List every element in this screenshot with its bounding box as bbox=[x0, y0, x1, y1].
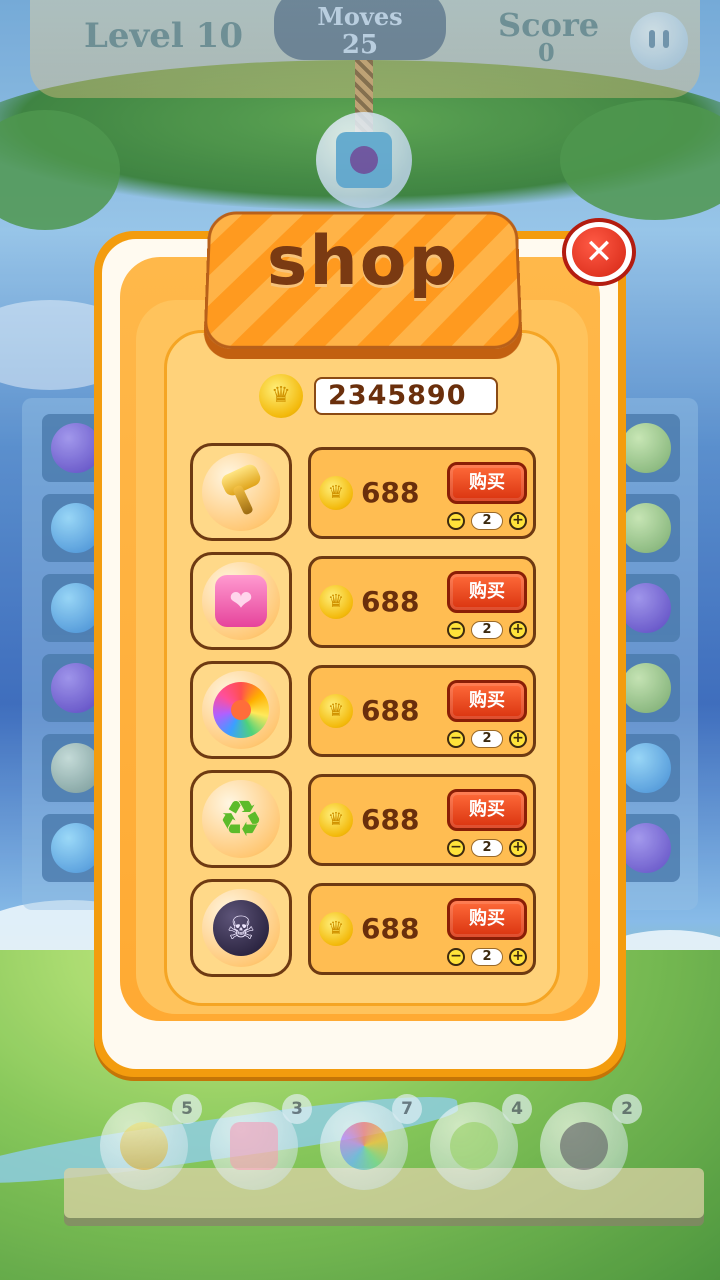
quantity-value: 2 bbox=[471, 839, 503, 857]
minus-icon[interactable]: − bbox=[447, 512, 465, 530]
skull-icon bbox=[213, 900, 269, 956]
plus-icon[interactable]: + bbox=[509, 948, 527, 966]
price-panel: 688 购买 − 2 + bbox=[308, 774, 536, 866]
plus-icon[interactable]: + bbox=[509, 621, 527, 639]
item-price: 688 bbox=[361, 476, 420, 509]
shop-item-hammer[interactable] bbox=[190, 443, 292, 541]
minus-icon[interactable]: − bbox=[447, 621, 465, 639]
price-panel: 688 购买 − 2 + bbox=[308, 556, 536, 648]
price-panel: 688 购买 − 2 + bbox=[308, 665, 536, 757]
plus-icon[interactable]: + bbox=[509, 839, 527, 857]
shop-item-heart[interactable] bbox=[190, 552, 292, 650]
buy-button[interactable]: 购买 bbox=[447, 898, 527, 940]
quantity-stepper: − 2 + bbox=[447, 839, 527, 857]
shop-item-shuffle[interactable]: ♻ bbox=[190, 770, 292, 868]
crown-coin-icon bbox=[319, 912, 353, 946]
crown-coin-icon bbox=[259, 374, 303, 418]
shop-item-skull-bomb[interactable] bbox=[190, 879, 292, 977]
quantity-stepper: − 2 + bbox=[447, 730, 527, 748]
plus-icon[interactable]: + bbox=[509, 512, 527, 530]
item-bubble bbox=[202, 671, 280, 749]
shop-item-candy[interactable] bbox=[190, 661, 292, 759]
close-icon: ✕ bbox=[572, 227, 626, 277]
item-price: 688 bbox=[361, 803, 420, 836]
minus-icon[interactable]: − bbox=[447, 839, 465, 857]
minus-icon[interactable]: − bbox=[447, 948, 465, 966]
shop-title: shop bbox=[266, 222, 460, 301]
buy-button[interactable]: 购买 bbox=[447, 680, 527, 722]
price-panel: 688 购买 − 2 + bbox=[308, 447, 536, 539]
buy-button[interactable]: 购买 bbox=[447, 789, 527, 831]
close-button[interactable]: ✕ bbox=[562, 218, 636, 286]
quantity-value: 2 bbox=[471, 948, 503, 966]
coin-balance: 2345890 bbox=[314, 377, 498, 415]
item-bubble bbox=[202, 889, 280, 967]
item-bubble bbox=[202, 453, 280, 531]
hammer-icon bbox=[219, 462, 263, 516]
quantity-value: 2 bbox=[471, 621, 503, 639]
item-bubble bbox=[202, 562, 280, 640]
quantity-value: 2 bbox=[471, 730, 503, 748]
crown-coin-icon bbox=[319, 694, 353, 728]
crown-coin-icon bbox=[319, 585, 353, 619]
recycle-icon: ♻ bbox=[218, 790, 264, 848]
item-price: 688 bbox=[361, 694, 420, 727]
quantity-stepper: − 2 + bbox=[447, 948, 527, 966]
crown-coin-icon bbox=[319, 803, 353, 837]
hammer-handle bbox=[232, 484, 254, 516]
item-price: 688 bbox=[361, 585, 420, 618]
quantity-stepper: − 2 + bbox=[447, 621, 527, 639]
item-bubble: ♻ bbox=[202, 780, 280, 858]
quantity-stepper: − 2 + bbox=[447, 512, 527, 530]
heart-icon bbox=[215, 575, 267, 627]
quantity-value: 2 bbox=[471, 512, 503, 530]
crown-coin-icon bbox=[319, 476, 353, 510]
plus-icon[interactable]: + bbox=[509, 730, 527, 748]
minus-icon[interactable]: − bbox=[447, 730, 465, 748]
buy-button[interactable]: 购买 bbox=[447, 571, 527, 613]
candy-icon bbox=[213, 682, 269, 738]
buy-button[interactable]: 购买 bbox=[447, 462, 527, 504]
item-price: 688 bbox=[361, 912, 420, 945]
price-panel: 688 购买 − 2 + bbox=[308, 883, 536, 975]
